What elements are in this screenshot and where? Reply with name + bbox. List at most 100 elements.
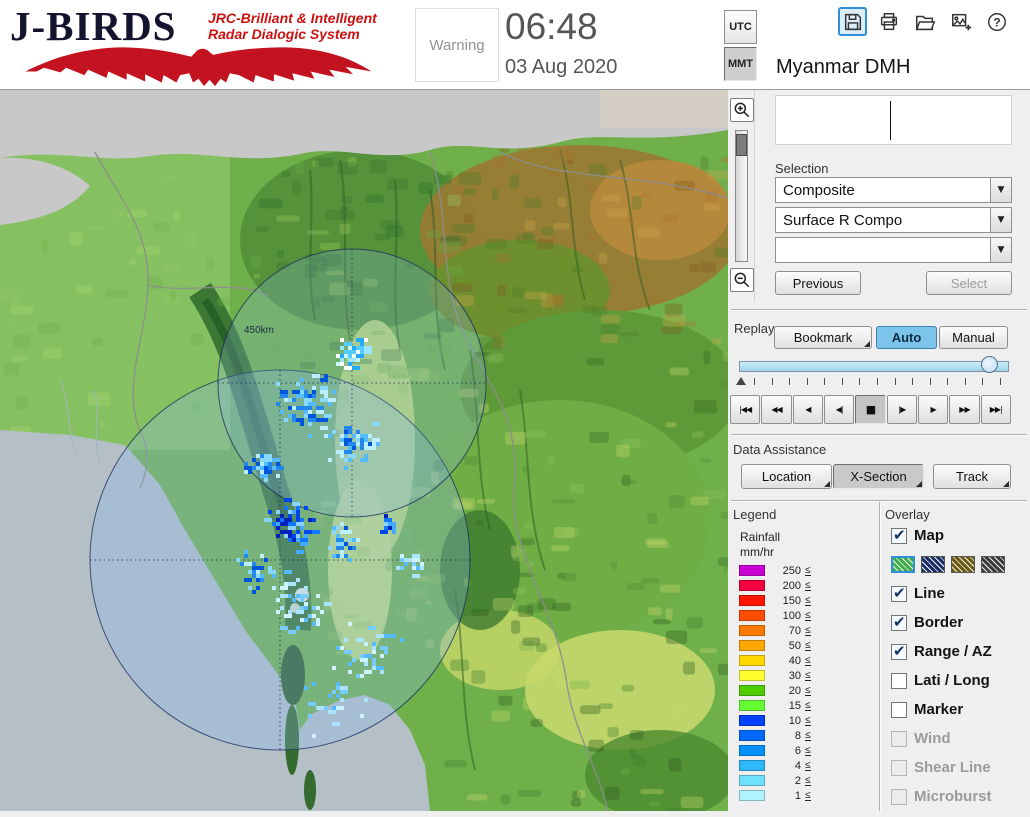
- message-textbox[interactable]: [775, 95, 1012, 145]
- legend-unit-line2: mm/hr: [740, 545, 774, 559]
- timeline-tick: [1000, 378, 1001, 385]
- track-button[interactable]: Track: [933, 464, 1011, 489]
- chevron-down-icon[interactable]: ▼: [990, 238, 1011, 262]
- legend-row: 8≤: [739, 730, 811, 741]
- zoom-slider[interactable]: [735, 130, 748, 262]
- checkbox-line[interactable]: [891, 586, 907, 602]
- timeline-tick: [859, 378, 860, 385]
- toolbar-icons: ?: [838, 7, 1011, 36]
- timeline-tick: [789, 378, 790, 385]
- location-button[interactable]: Location: [741, 464, 832, 489]
- utc-toggle-button[interactable]: UTC: [724, 10, 757, 44]
- legend-leq-symbol: ≤: [805, 746, 811, 756]
- legend-value: 1: [765, 790, 801, 802]
- map-color-options: [891, 556, 1027, 573]
- question-mark-icon: ?: [986, 11, 1008, 33]
- overlay-item-wind: Wind: [891, 730, 1027, 747]
- play-forward-button[interactable]: ▶: [918, 395, 948, 424]
- overlay-item-microburst: Microburst: [891, 788, 1027, 805]
- timeline-slider-track[interactable]: [739, 361, 1009, 372]
- map-style-swatch-2[interactable]: [921, 556, 945, 573]
- legend-swatch: [739, 790, 765, 801]
- zoom-out-button[interactable]: [730, 268, 754, 292]
- previous-button[interactable]: Previous: [775, 271, 861, 295]
- eagle-logo-icon: [6, 42, 391, 88]
- legend-leq-symbol: ≤: [805, 791, 811, 801]
- timeline-start-marker: [736, 377, 746, 385]
- legend-value: 20: [765, 685, 801, 697]
- header-bar: J-BIRDS JRC-Brilliant & Intelligent Rada…: [0, 0, 1030, 90]
- map-style-swatch-1[interactable]: [891, 556, 915, 573]
- auto-mode-button[interactable]: Auto: [876, 326, 937, 349]
- legend-leq-symbol: ≤: [805, 611, 811, 621]
- checkbox-border[interactable]: [891, 615, 907, 631]
- map-style-swatch-4[interactable]: [981, 556, 1005, 573]
- legend-swatch: [739, 595, 765, 606]
- clock-date: 03 Aug 2020: [505, 56, 617, 79]
- fast-forward-button[interactable]: ▶▶: [949, 395, 979, 424]
- legend-row: 30≤: [739, 670, 811, 681]
- data-assistance-section-label: Data Assistance: [733, 442, 826, 457]
- select-button[interactable]: Select: [926, 271, 1012, 295]
- product-option-dropdown[interactable]: ▼: [775, 237, 1012, 263]
- warning-panel[interactable]: Warning: [415, 8, 499, 82]
- overlay-label-map: Map: [914, 527, 944, 544]
- checkbox-marker[interactable]: [891, 702, 907, 718]
- timeline-slider-handle[interactable]: [981, 356, 998, 373]
- map-style-swatch-3[interactable]: [951, 556, 975, 573]
- zoom-in-button[interactable]: [730, 98, 754, 122]
- legend-swatch: [739, 610, 765, 621]
- help-button[interactable]: ?: [982, 7, 1011, 36]
- printer-icon: [878, 11, 900, 33]
- overlay-item-border: Border: [891, 614, 1027, 631]
- skip-to-end-button[interactable]: ▶▶|: [981, 395, 1011, 424]
- overlay-item-marker: Marker: [891, 701, 1027, 718]
- step-backward-button[interactable]: ◀|: [824, 395, 854, 424]
- checkbox-shear-line: [891, 760, 907, 776]
- checkbox-map[interactable]: [891, 528, 907, 544]
- checkbox-lati-long[interactable]: [891, 673, 907, 689]
- zoom-slider-handle[interactable]: [736, 134, 747, 156]
- station-title: Myanmar DMH: [776, 56, 910, 79]
- skip-to-start-button[interactable]: |◀◀: [730, 395, 760, 424]
- fast-rewind-button[interactable]: ◀◀: [761, 395, 791, 424]
- chevron-down-icon[interactable]: ▼: [990, 208, 1011, 232]
- product-type-dropdown[interactable]: Surface R Compo ▼: [775, 207, 1012, 233]
- magnifier-plus-icon: [732, 100, 752, 120]
- bookmark-button[interactable]: Bookmark: [774, 326, 872, 349]
- legend-leq-symbol: ≤: [805, 626, 811, 636]
- selection-section-label: Selection: [775, 161, 828, 176]
- checkbox-range-az[interactable]: [891, 644, 907, 660]
- x-section-button[interactable]: X-Section: [833, 464, 924, 489]
- track-label: Track: [956, 469, 988, 484]
- save-button[interactable]: [838, 7, 867, 36]
- print-button[interactable]: [874, 7, 903, 36]
- chevron-down-icon[interactable]: ▼: [990, 178, 1011, 202]
- export-image-button[interactable]: [946, 7, 975, 36]
- dropdown-value: Surface R Compo: [783, 212, 902, 229]
- play-backward-button[interactable]: ◀: [793, 395, 823, 424]
- open-file-button[interactable]: [910, 7, 939, 36]
- mmt-toggle-button[interactable]: MMT: [724, 47, 757, 81]
- legend-row: 70≤: [739, 625, 811, 636]
- radar-map-view[interactable]: 450km: [0, 90, 728, 811]
- legend-leq-symbol: ≤: [805, 581, 811, 591]
- legend-row: 6≤: [739, 745, 811, 756]
- overlay-label-microburst: Microburst: [914, 788, 992, 805]
- legend-swatch: [739, 685, 765, 696]
- stop-button[interactable]: ■: [855, 395, 885, 424]
- legend-value: 150: [765, 595, 801, 607]
- separator: [879, 502, 881, 811]
- legend-swatch: [739, 745, 765, 756]
- text-cursor: [890, 101, 891, 140]
- x-section-label: X-Section: [850, 469, 906, 484]
- legend-section-label: Legend: [733, 507, 776, 522]
- legend-row: 150≤: [739, 595, 811, 606]
- manual-mode-button[interactable]: Manual: [939, 326, 1008, 349]
- bookmark-label: Bookmark: [794, 330, 853, 345]
- overlay-item-map: Map: [891, 527, 1027, 544]
- legend-swatch: [739, 655, 765, 666]
- product-category-dropdown[interactable]: Composite ▼: [775, 177, 1012, 203]
- more-options-indicator: [864, 341, 870, 347]
- step-forward-button[interactable]: |▶: [887, 395, 917, 424]
